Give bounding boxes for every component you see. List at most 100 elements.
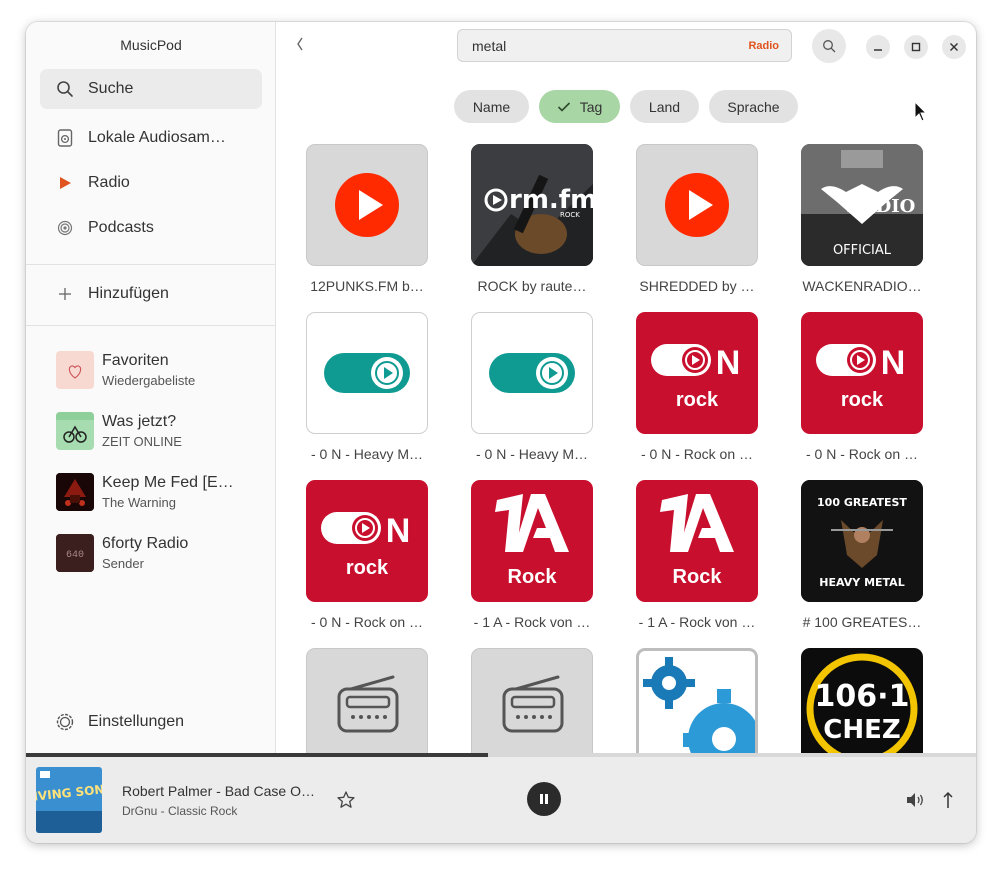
sidebar: MusicPod Suche Lokale Audiosam… Radio Po…	[26, 22, 276, 753]
station-tile[interactable]	[636, 144, 758, 266]
chez-logo: 106·1CHEZ	[806, 653, 918, 753]
check-icon	[557, 101, 570, 112]
search-icon	[823, 40, 836, 53]
pause-button[interactable]	[527, 782, 561, 816]
svg-text:N: N	[716, 344, 741, 382]
filter-chip-sprache[interactable]: Sprache	[709, 90, 798, 123]
gear-icon	[55, 712, 75, 732]
album-cover[interactable]: DRIVING SONGS	[36, 767, 102, 833]
station-tile[interactable]	[471, 312, 593, 434]
chip-label: Name	[472, 98, 511, 115]
volume-icon	[907, 793, 923, 807]
station-tile[interactable]: Nrock	[306, 480, 428, 602]
station-tile[interactable]: RADIO OFFICIAL	[801, 144, 923, 266]
station-tile[interactable]: 106·1 CHEZ	[801, 648, 923, 753]
station-tile[interactable]: Nrock	[636, 312, 758, 434]
add-label: Hinzufügen	[88, 285, 169, 302]
rm-fm-logo: rm.fm ROCK	[471, 144, 593, 266]
favorite-subtitle: ZEIT ONLINE	[102, 434, 182, 449]
search-mode-button[interactable]: Radio	[748, 40, 779, 52]
svg-text:Rock: Rock	[508, 566, 558, 588]
add-button[interactable]: Hinzufügen	[40, 274, 262, 314]
0n-rock-logo: Nrock	[816, 344, 906, 411]
radio-icon	[502, 675, 564, 733]
station-tile[interactable]: 100 GREATEST HEAVY METAL	[801, 480, 923, 602]
svg-text:640: 640	[66, 550, 84, 561]
maximize-button[interactable]	[904, 35, 928, 59]
search-input[interactable]: metal Radio	[457, 29, 792, 62]
play-circle-icon	[335, 173, 399, 237]
station-caption: - 0 N - Rock on …	[310, 614, 424, 630]
svg-text:rm.fm: rm.fm	[509, 185, 593, 215]
station-tile[interactable]	[306, 312, 428, 434]
sidebar-item-podcasts[interactable]: Podcasts	[40, 208, 262, 248]
station-caption: SHREDDED by …	[639, 278, 755, 294]
gears-icon	[643, 657, 755, 753]
filter-chip-name[interactable]: Name	[454, 90, 529, 123]
volume-button[interactable]	[905, 791, 925, 809]
favorite-title: Was jetzt?	[102, 413, 177, 430]
sidebar-favorite-item[interactable]: Keep Me Fed [E… The Warning	[56, 470, 266, 514]
play-circle-icon	[665, 173, 729, 237]
svg-text:Rock: Rock	[673, 566, 723, 588]
station-tile[interactable]: Rock	[636, 480, 758, 602]
svg-text:N: N	[386, 512, 411, 550]
favorite-star-button[interactable]	[336, 790, 356, 810]
station-tile[interactable]	[306, 648, 428, 753]
filter-chip-land[interactable]: Land	[630, 90, 699, 123]
search-button[interactable]	[812, 29, 846, 63]
station-caption: ROCK by raute…	[477, 278, 587, 294]
heart-icon	[56, 351, 94, 389]
mouse-cursor	[914, 100, 928, 123]
expand-player-button[interactable]	[941, 790, 955, 810]
close-button[interactable]	[942, 35, 966, 59]
favorite-title: 6forty Radio	[102, 535, 189, 552]
sidebar-item-label: Podcasts	[88, 219, 154, 236]
local-audio-icon	[55, 128, 75, 148]
station-caption: # 100 GREATES…	[802, 614, 922, 630]
radio-play-icon	[55, 173, 75, 193]
sidebar-favorite-item[interactable]: Was jetzt? ZEIT ONLINE	[56, 409, 266, 453]
podcast-cover	[56, 412, 94, 450]
station-caption: WACKENRADIO…	[802, 278, 922, 294]
station-tile[interactable]	[471, 648, 593, 753]
favorite-title: Keep Me Fed [E…	[102, 474, 234, 491]
svg-text:rock: rock	[841, 389, 884, 411]
svg-text:N: N	[881, 344, 906, 382]
minimize-button[interactable]	[866, 35, 890, 59]
station-tile[interactable]	[306, 144, 428, 266]
station-tile[interactable]: Rock	[471, 480, 593, 602]
star-icon	[337, 791, 355, 808]
0n-teal-logo	[324, 353, 410, 393]
album-cover	[56, 473, 94, 511]
svg-text:rock: rock	[346, 557, 389, 579]
sidebar-item-local-audio[interactable]: Lokale Audiosam…	[40, 118, 262, 158]
station-tile[interactable]: rm.fm ROCK	[471, 144, 593, 266]
settings-button[interactable]: Einstellungen	[40, 702, 262, 742]
pause-icon	[540, 794, 548, 804]
chip-label: Land	[648, 98, 681, 115]
svg-text:ROCK: ROCK	[560, 211, 580, 219]
svg-text:HEAVY METAL: HEAVY METAL	[819, 576, 904, 589]
filter-chip-tag[interactable]: Tag	[539, 90, 620, 123]
favorite-subtitle: The Warning	[102, 495, 176, 510]
station-grid: 12PUNKS.FM b… rm.fm ROCK ROCK by raute… …	[277, 132, 976, 753]
sidebar-item-label: Radio	[88, 174, 130, 191]
station-tile[interactable]: Nrock	[801, 312, 923, 434]
station-caption: - 1 A - Rock von …	[638, 614, 756, 630]
station-tile[interactable]	[636, 648, 758, 753]
svg-text:100 GREATEST: 100 GREATEST	[817, 496, 907, 509]
svg-text:106·1: 106·1	[815, 679, 910, 714]
station-cover: 640	[56, 534, 94, 572]
1a-rock-logo: Rock	[495, 494, 569, 588]
station-caption: - 1 A - Rock von …	[473, 614, 591, 630]
sidebar-favorite-item[interactable]: 640 6forty Radio Sender	[56, 531, 266, 575]
sidebar-item-search[interactable]: Suche	[40, 69, 262, 109]
player-bar: DRIVING SONGS Robert Palmer - Bad Case O…	[26, 757, 976, 843]
sidebar-favorite-item[interactable]: Favoriten Wiedergabeliste	[56, 348, 266, 392]
back-button[interactable]	[294, 34, 314, 58]
100-greatest-logo: 100 GREATEST HEAVY METAL	[801, 480, 923, 602]
sidebar-item-radio[interactable]: Radio	[40, 163, 262, 203]
svg-text:CHEZ: CHEZ	[823, 715, 900, 745]
search-value: metal	[472, 38, 507, 54]
